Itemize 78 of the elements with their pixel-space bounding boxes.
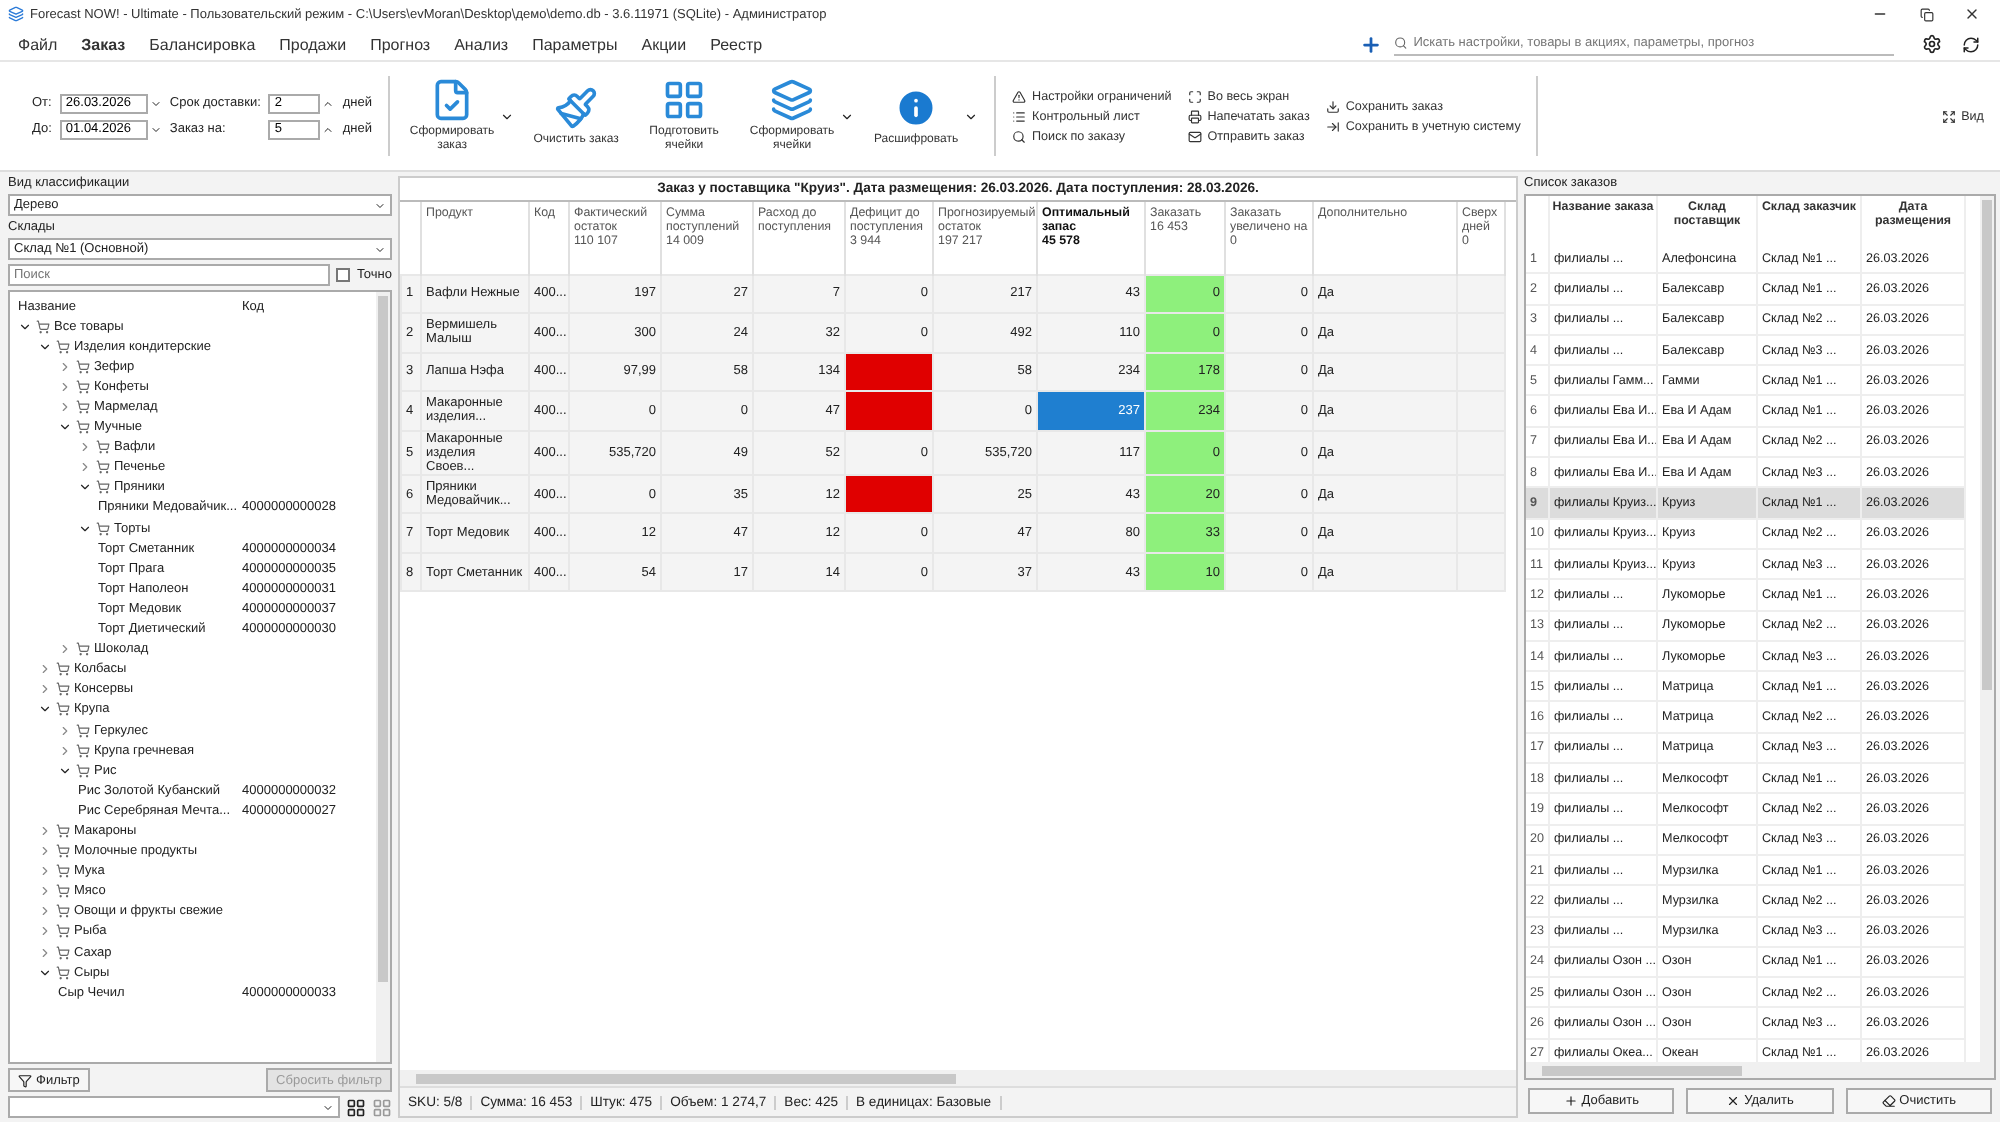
grid-icon[interactable] (346, 1097, 366, 1117)
mail-icon[interactable] (1187, 129, 1202, 143)
close-icon[interactable] (1964, 6, 1980, 22)
table-cell (1457, 274, 1505, 313)
expand-icon[interactable] (1941, 109, 1956, 123)
cart-icon (96, 460, 110, 475)
cart-icon (56, 924, 70, 939)
menu-item[interactable]: Реестр (700, 35, 773, 53)
menu-item[interactable]: Заказ (71, 35, 136, 53)
list-icon[interactable] (1012, 109, 1027, 123)
info-icon[interactable] (894, 85, 939, 130)
cart-icon (56, 945, 70, 960)
download-icon[interactable] (1325, 99, 1340, 113)
cart-icon (56, 823, 70, 838)
cart-icon (56, 904, 70, 919)
collapse-icon[interactable] (58, 420, 72, 435)
refresh-icon[interactable] (1962, 35, 1980, 53)
collapse-icon[interactable] (78, 480, 92, 495)
cart-icon (76, 743, 90, 758)
collapse-icon[interactable] (78, 521, 92, 536)
cart-icon (56, 702, 70, 717)
spinner-icon[interactable] (322, 123, 335, 135)
printer-icon[interactable] (1187, 109, 1202, 123)
collapse-icon[interactable] (38, 965, 52, 980)
collapse-icon[interactable] (38, 339, 52, 354)
menu-item[interactable]: Продажи (269, 35, 357, 53)
brush-icon[interactable] (554, 85, 599, 130)
export-icon[interactable] (1325, 119, 1340, 133)
cart-icon (76, 379, 90, 394)
cart-icon (76, 400, 90, 415)
plus-icon[interactable] (1563, 1094, 1578, 1108)
scrollbar[interactable] (400, 1070, 1516, 1086)
scrollbar[interactable] (1980, 196, 1994, 1062)
eraser-icon[interactable] (1881, 1094, 1896, 1108)
menu-item[interactable]: Балансировка (139, 35, 266, 53)
scrollbar[interactable] (376, 292, 390, 1062)
cart-icon (76, 420, 90, 435)
dropdown-icon[interactable] (840, 109, 855, 123)
restore-icon[interactable] (1919, 7, 1933, 21)
document-check-icon[interactable] (430, 78, 475, 123)
warning-icon[interactable] (1012, 89, 1027, 103)
search-icon (1394, 36, 1408, 50)
collapse-icon[interactable] (18, 319, 32, 334)
cart-icon (56, 884, 70, 899)
cart-icon (76, 359, 90, 374)
filter-icon[interactable] (18, 1073, 32, 1087)
menu-item[interactable]: Файл (8, 35, 68, 53)
menu-item[interactable]: Анализ (444, 35, 519, 53)
scrollbar[interactable] (1526, 1062, 1994, 1078)
cross-icon[interactable] (1726, 1094, 1741, 1108)
menu-item[interactable]: Акции (631, 35, 697, 53)
settings-icon[interactable] (1922, 34, 1942, 54)
checkbox[interactable] (336, 268, 351, 282)
fullscreen-icon[interactable] (1187, 89, 1202, 103)
app-icon (8, 6, 24, 22)
menu-item[interactable]: Параметры (522, 35, 628, 53)
add-icon[interactable] (1360, 33, 1382, 55)
cart-icon (36, 319, 50, 334)
collapse-icon[interactable] (58, 763, 72, 778)
cart-icon (76, 723, 90, 738)
spinner-icon[interactable] (322, 97, 335, 109)
layers-icon[interactable] (770, 78, 815, 123)
cart-icon (96, 521, 110, 536)
cart-icon (56, 662, 70, 677)
cart-icon (76, 642, 90, 657)
cart-icon (56, 682, 70, 697)
search-icon[interactable] (1012, 129, 1027, 143)
dropdown-icon[interactable] (964, 109, 979, 123)
cart-icon (96, 440, 110, 455)
cart-icon (56, 864, 70, 879)
cart-icon (56, 844, 70, 859)
cart-icon (76, 763, 90, 778)
cart-icon (56, 965, 70, 980)
cart-icon (56, 339, 70, 354)
dropdown-icon[interactable] (500, 109, 515, 123)
collapse-icon[interactable] (38, 702, 52, 717)
menu-item[interactable]: Прогноз (360, 35, 441, 53)
cart-icon (96, 480, 110, 495)
